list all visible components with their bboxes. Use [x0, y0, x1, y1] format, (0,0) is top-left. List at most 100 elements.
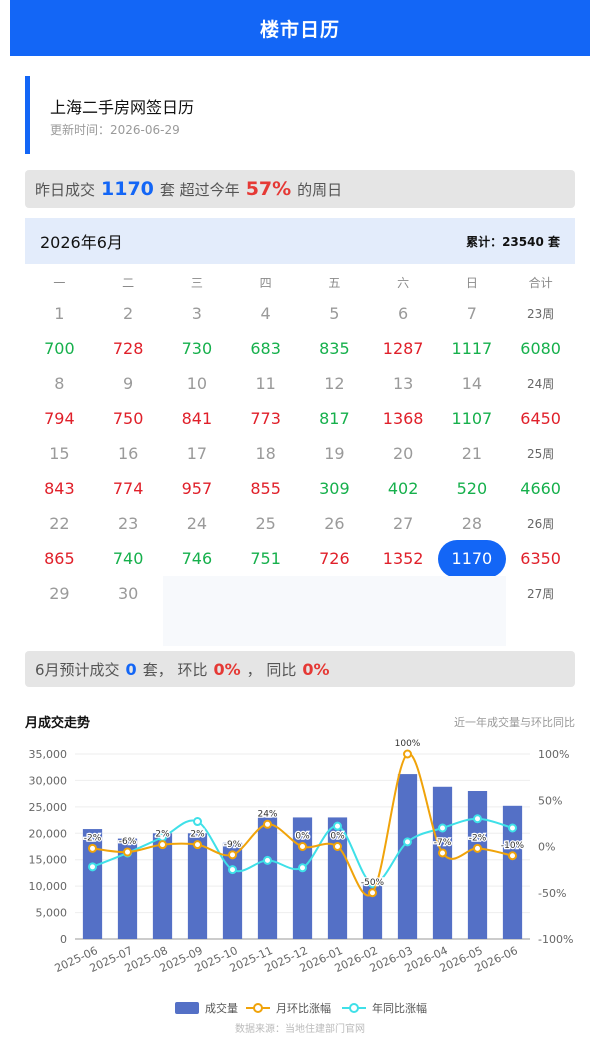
right-axis-tick: 0% [538, 841, 555, 854]
bar [432, 786, 453, 939]
value-cell[interactable]: 1117 [438, 331, 507, 366]
date-row: 15 16 17 18 19 20 21 25周 [25, 436, 575, 471]
day-value: 1368 [382, 409, 424, 428]
value-cell[interactable]: 865 [25, 541, 94, 576]
day-value: 728 [112, 339, 144, 358]
value-cell[interactable]: 817 [300, 401, 369, 436]
date-cell[interactable]: 14 [438, 366, 507, 401]
left-axis-tick: 35,000 [29, 748, 68, 761]
date-cell[interactable]: 8 [25, 366, 94, 401]
right-axis-tick: -100% [538, 933, 573, 946]
value-cell[interactable]: 751 [231, 541, 300, 576]
legend-label: 月环比涨幅 [276, 1002, 331, 1015]
date-cell[interactable]: 15 [25, 436, 94, 471]
value-cell[interactable]: 794 [25, 401, 94, 436]
date-cell[interactable]: 10 [163, 366, 232, 401]
value-cell[interactable]: 1368 [369, 401, 438, 436]
mom-data-label: -9% [224, 840, 242, 850]
value-cell[interactable]: 309 [300, 471, 369, 506]
date-cell[interactable]: 19 [300, 436, 369, 471]
mom-data-label: 0% [295, 832, 310, 842]
legend-label: 年同比涨幅 [372, 1001, 427, 1015]
value-cell[interactable]: 700 [25, 331, 94, 366]
date-cell[interactable]: 27 [369, 506, 438, 541]
date-cell[interactable]: 13 [369, 366, 438, 401]
day-value: 726 [319, 549, 350, 568]
date-number: 25 [255, 514, 276, 533]
yoy-point [228, 865, 237, 875]
date-cell[interactable]: 17 [163, 436, 232, 471]
date-cell[interactable]: 1 [25, 296, 94, 331]
value-cell[interactable]: 1107 [438, 401, 507, 436]
mom-point [193, 840, 202, 850]
value-cell[interactable]: 726 [300, 541, 369, 576]
date-number: 17 [186, 444, 208, 463]
date-number: 23 [117, 514, 139, 533]
date-cell[interactable]: 5 [300, 296, 369, 331]
value-cell[interactable]: 773 [231, 401, 300, 436]
date-cell[interactable]: 29 [25, 576, 94, 611]
date-cell[interactable]: 25 [231, 506, 300, 541]
day-value: 774 [112, 479, 144, 498]
value-cell[interactable]: 841 [163, 401, 232, 436]
value-cell[interactable]: 774 [94, 471, 163, 506]
date-cell[interactable]: 18 [231, 436, 300, 471]
value-cell[interactable]: 740 [94, 541, 163, 576]
date-cell[interactable]: 2 [94, 296, 163, 331]
value-cell[interactable]: 750 [94, 401, 163, 436]
right-axis-tick: 50% [538, 794, 562, 807]
date-cell[interactable]: 3 [163, 296, 232, 331]
bar [397, 774, 418, 939]
value-cell[interactable]: 730 [163, 331, 232, 366]
date-number: 4 [260, 304, 271, 323]
value-cell[interactable]: 957 [163, 471, 232, 506]
date-cell[interactable]: 30 [94, 576, 163, 611]
date-cell[interactable]: 24 [163, 506, 232, 541]
value-cell[interactable]: 843 [25, 471, 94, 506]
day-value: 1117 [451, 339, 493, 358]
yoy-point [508, 823, 517, 833]
exceed-percent: 57% [245, 178, 292, 200]
date-cell[interactable]: 4 [231, 296, 300, 331]
day-value: 700 [44, 339, 75, 358]
left-axis-tick: 20,000 [29, 827, 68, 840]
date-cell[interactable]: 12 [300, 366, 369, 401]
day-value: 773 [250, 409, 281, 428]
value-cell[interactable]: 728 [94, 331, 163, 366]
date-cell[interactable]: 9 [94, 366, 163, 401]
mom-point [228, 850, 237, 860]
date-row: 22 23 24 25 26 27 28 26周 [25, 506, 575, 541]
monthly-trend-chart: 0 5,000 10,000 15,000 20,000 25,000 30,000 35,0… [29, 738, 574, 1015]
value-cell[interactable]: 683 [231, 331, 300, 366]
value-cell[interactable]: 746 [163, 541, 232, 576]
date-cell[interactable]: 23 [94, 506, 163, 541]
date-cell[interactable]: 7 [438, 296, 507, 331]
yoy-point [88, 862, 97, 872]
value-cell[interactable]: 1287 [369, 331, 438, 366]
date-cell[interactable]: 22 [25, 506, 94, 541]
date-cell[interactable]: 28 [438, 506, 507, 541]
day-value: 730 [181, 339, 213, 358]
mom-data-label: 2% [155, 830, 170, 840]
value-cell[interactable]: 835 [300, 331, 369, 366]
forecast-sep: ， 同比 [246, 660, 297, 679]
value-cell[interactable]: 520 [438, 471, 507, 506]
mom-data-label: -10% [501, 841, 525, 851]
date-cell[interactable]: 21 [438, 436, 507, 471]
mom-point [158, 840, 167, 850]
update-time: 更新时间：2026-06-29 [50, 123, 180, 137]
date-cell[interactable]: 6 [369, 296, 438, 331]
calendar-total: 累计：23540 套 [466, 234, 560, 249]
value-row: 700 728 730 683 835 1287 1117 6080 [25, 331, 575, 366]
value-cell[interactable]: 1170 [437, 539, 507, 578]
day-value: 402 [387, 479, 419, 498]
value-cell[interactable]: 1352 [369, 541, 438, 576]
value-cell[interactable]: 855 [231, 471, 300, 506]
date-number: 7 [466, 304, 477, 323]
value-cell[interactable]: 402 [369, 471, 438, 506]
date-cell[interactable]: 16 [94, 436, 163, 471]
selected-day-value[interactable]: 1170 [437, 539, 506, 578]
date-cell[interactable]: 20 [369, 436, 438, 471]
date-cell[interactable]: 26 [300, 506, 369, 541]
date-cell[interactable]: 11 [231, 366, 300, 401]
